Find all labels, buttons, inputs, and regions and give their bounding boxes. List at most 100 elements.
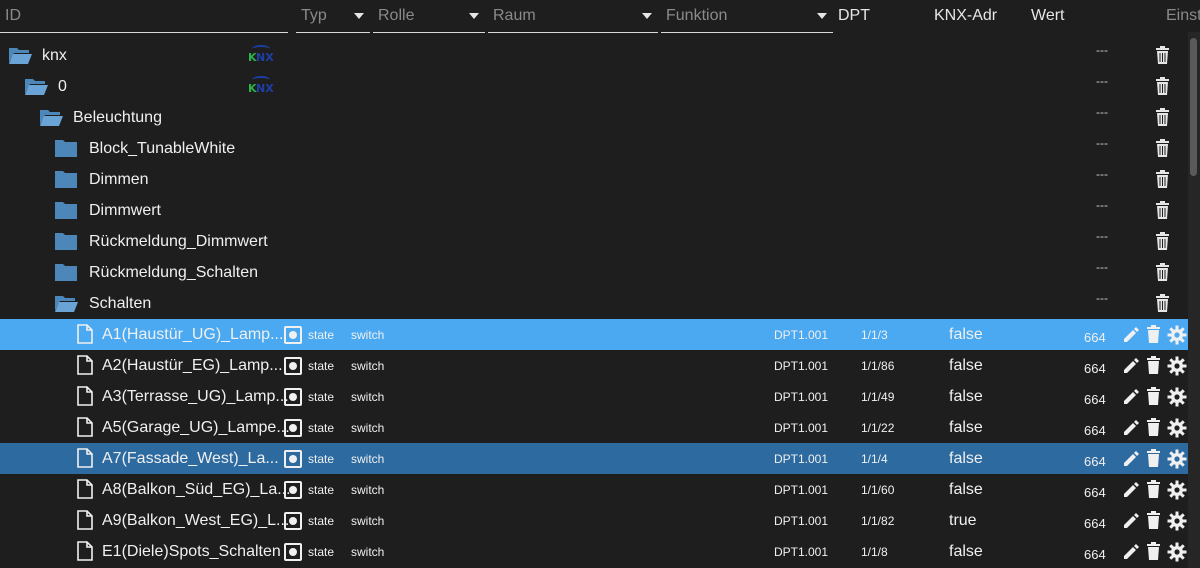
- state-value[interactable]: false: [949, 450, 983, 468]
- gear-icon[interactable]: [1167, 325, 1187, 345]
- folder-open-icon[interactable]: [8, 46, 32, 65]
- trash-icon[interactable]: [1156, 108, 1169, 126]
- folder-open-icon[interactable]: [39, 108, 63, 127]
- folder-open-icon[interactable]: [54, 294, 78, 313]
- trash-icon[interactable]: [1156, 294, 1169, 312]
- edit-icon[interactable]: [1122, 481, 1140, 499]
- state-value[interactable]: false: [949, 481, 983, 499]
- dpt-column-header[interactable]: DPT: [838, 7, 870, 25]
- rolle-filter-select[interactable]: Rolle: [373, 0, 485, 33]
- typ-filter-select[interactable]: Typ: [296, 0, 370, 33]
- trash-icon[interactable]: [1147, 480, 1160, 498]
- trash-icon[interactable]: [1156, 46, 1169, 64]
- tree-row-0[interactable]: 0 K NX ---: [0, 71, 1188, 102]
- id-filter-input[interactable]: ID: [0, 0, 288, 33]
- state-row[interactable]: A1(Haustür_UG)_Lamp... state switch DPT1…: [0, 319, 1188, 350]
- folder-closed-icon[interactable]: [54, 263, 78, 282]
- knx-address-column-header[interactable]: KNX-Adr: [934, 7, 997, 25]
- trash-icon[interactable]: [1156, 139, 1169, 157]
- trash-icon[interactable]: [1156, 201, 1169, 219]
- trash-icon[interactable]: [1156, 232, 1169, 250]
- trash-icon[interactable]: [1147, 418, 1160, 436]
- state-name: A5(Garage_UG)_Lampe...: [102, 419, 290, 436]
- gear-icon[interactable]: [1167, 418, 1187, 438]
- gear-icon[interactable]: [1167, 542, 1187, 562]
- tree-row-label: Dimmen: [89, 171, 149, 188]
- tree-row-rueckmeldung-dimmwert[interactable]: Rückmeldung_Dimmwert ---: [0, 226, 1188, 257]
- folder-closed-icon[interactable]: [54, 139, 78, 158]
- state-row[interactable]: A9(Balkon_West_EG)_L... state switch DPT…: [0, 505, 1188, 536]
- state-row[interactable]: E1(Diele)Spots_Schalten state switch DPT…: [0, 536, 1188, 567]
- gear-icon[interactable]: [1167, 511, 1187, 531]
- state-row[interactable]: A5(Garage_UG)_Lampe... state switch DPT1…: [0, 412, 1188, 443]
- state-dpt: DPT1.001: [774, 483, 829, 497]
- state-row[interactable]: A8(Balkon_Süd_EG)_La... state switch DPT…: [0, 474, 1188, 505]
- folder-closed-icon[interactable]: [54, 232, 78, 251]
- value-column-header[interactable]: Wert: [1031, 7, 1064, 25]
- gear-icon[interactable]: [1167, 480, 1187, 500]
- state-value[interactable]: false: [949, 357, 983, 375]
- funktion-filter-select[interactable]: Funktion: [661, 0, 833, 33]
- state-value[interactable]: false: [949, 388, 983, 406]
- edit-icon[interactable]: [1122, 388, 1140, 406]
- settings-column-header[interactable]: Einst: [1166, 7, 1200, 25]
- state-function: switch: [351, 328, 385, 342]
- gear-icon[interactable]: [1167, 387, 1187, 407]
- tree-row-dimmwert[interactable]: Dimmwert ---: [0, 195, 1188, 226]
- scrollbar-thumb[interactable]: [1190, 38, 1197, 176]
- folder-closed-icon[interactable]: [54, 201, 78, 220]
- tree-row-rueckmeldung-schalten[interactable]: Rückmeldung_Schalten ---: [0, 257, 1188, 288]
- tree-row-beleuchtung[interactable]: Beleuchtung ---: [0, 102, 1188, 133]
- state-value[interactable]: false: [949, 543, 983, 561]
- edit-icon[interactable]: [1122, 450, 1140, 468]
- trash-icon[interactable]: [1156, 77, 1169, 95]
- trash-icon[interactable]: [1156, 263, 1169, 281]
- tree-row-block-tunablewhite[interactable]: Block_TunableWhite ---: [0, 133, 1188, 164]
- state-function: switch: [351, 452, 385, 466]
- raum-filter-select[interactable]: Raum: [488, 0, 658, 33]
- column-header-bar: ID Typ Rolle Raum Funktion DPT KNX-Adr W…: [0, 0, 1200, 40]
- edit-icon[interactable]: [1122, 543, 1140, 561]
- state-type-icon: [284, 357, 302, 375]
- state-number: 664: [1084, 423, 1106, 438]
- state-function: switch: [351, 359, 385, 373]
- state-type-icon: [284, 450, 302, 468]
- trash-icon[interactable]: [1147, 325, 1160, 343]
- state-function: switch: [351, 390, 385, 404]
- folder-closed-icon[interactable]: [54, 170, 78, 189]
- state-row[interactable]: A2(Haustür_EG)_Lamp... state switch DPT1…: [0, 350, 1188, 381]
- state-knx-address: 1/1/86: [861, 359, 895, 373]
- tree-row-schalten[interactable]: Schalten ---: [0, 288, 1188, 319]
- edit-icon[interactable]: [1122, 419, 1140, 437]
- state-value[interactable]: true: [949, 512, 977, 530]
- state-number: 664: [1084, 361, 1106, 376]
- value-placeholder: ---: [1096, 74, 1108, 88]
- trash-icon[interactable]: [1147, 356, 1160, 374]
- vertical-scrollbar[interactable]: [1188, 32, 1200, 568]
- state-knx-address: 1/1/82: [861, 514, 895, 528]
- trash-icon[interactable]: [1147, 511, 1160, 529]
- edit-icon[interactable]: [1122, 357, 1140, 375]
- trash-icon[interactable]: [1147, 542, 1160, 560]
- tree-row-dimmen[interactable]: Dimmen ---: [0, 164, 1188, 195]
- state-dpt: DPT1.001: [774, 421, 829, 435]
- folder-open-icon[interactable]: [24, 77, 48, 96]
- gear-icon[interactable]: [1167, 356, 1187, 376]
- gear-icon[interactable]: [1167, 449, 1187, 469]
- funktion-filter-placeholder: Funktion: [666, 7, 728, 24]
- trash-icon[interactable]: [1147, 449, 1160, 467]
- tree-row-label: Rückmeldung_Dimmwert: [89, 233, 268, 250]
- state-row[interactable]: A7(Fassade_West)_La... state switch DPT1…: [0, 443, 1188, 474]
- state-row[interactable]: A3(Terrasse_UG)_Lamp... state switch DPT…: [0, 381, 1188, 412]
- trash-icon[interactable]: [1147, 387, 1160, 405]
- state-role: state: [308, 483, 335, 497]
- tree-row-knx[interactable]: knx K NX ---: [0, 40, 1188, 71]
- state-value[interactable]: false: [949, 419, 983, 437]
- state-value[interactable]: false: [949, 326, 983, 344]
- trash-icon[interactable]: [1156, 170, 1169, 188]
- edit-icon[interactable]: [1122, 512, 1140, 530]
- value-placeholder: ---: [1096, 105, 1108, 119]
- edit-icon[interactable]: [1122, 326, 1140, 344]
- state-number: 664: [1084, 454, 1106, 469]
- state-name: A7(Fassade_West)_La...: [102, 450, 279, 467]
